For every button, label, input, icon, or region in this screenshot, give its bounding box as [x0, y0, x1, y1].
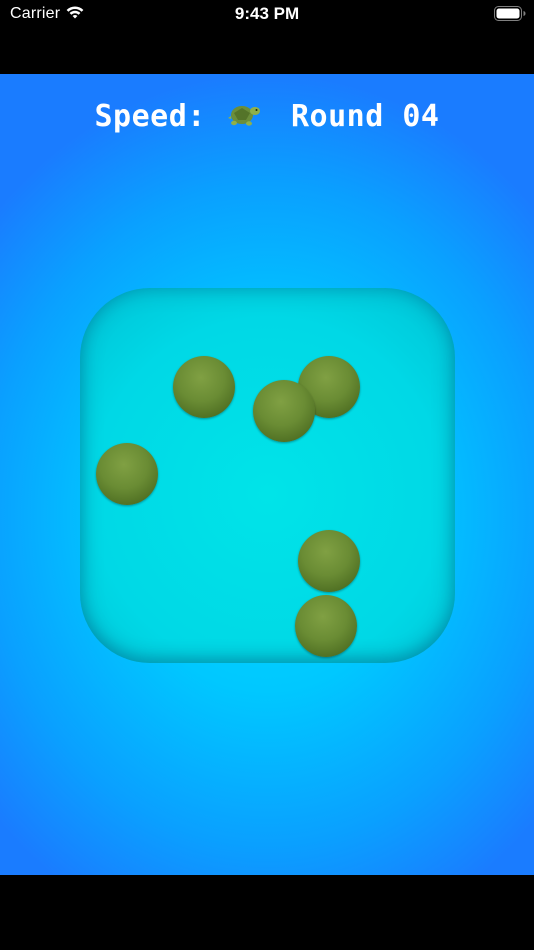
status-time: 9:43 PM [234, 4, 300, 23]
ball[interactable] [96, 443, 158, 505]
turtle-icon[interactable] [228, 99, 262, 129]
game-screen: Carrier 9:43 PM Speed: Round 04 [0, 0, 534, 950]
battery-icon [494, 6, 526, 21]
speed-label: Speed: [94, 99, 206, 134]
status-bar: Carrier 9:43 PM [0, 0, 534, 30]
hud: Speed: Round 04 [0, 98, 534, 135]
bottom-letterbox [0, 875, 534, 950]
ball[interactable] [298, 530, 360, 592]
ball[interactable] [253, 380, 315, 442]
game-board[interactable] [80, 288, 455, 663]
game-area[interactable]: Speed: Round 04 [0, 74, 534, 875]
ball[interactable] [173, 356, 235, 418]
ball[interactable] [295, 595, 357, 657]
round-label: Round 04 [291, 99, 440, 134]
